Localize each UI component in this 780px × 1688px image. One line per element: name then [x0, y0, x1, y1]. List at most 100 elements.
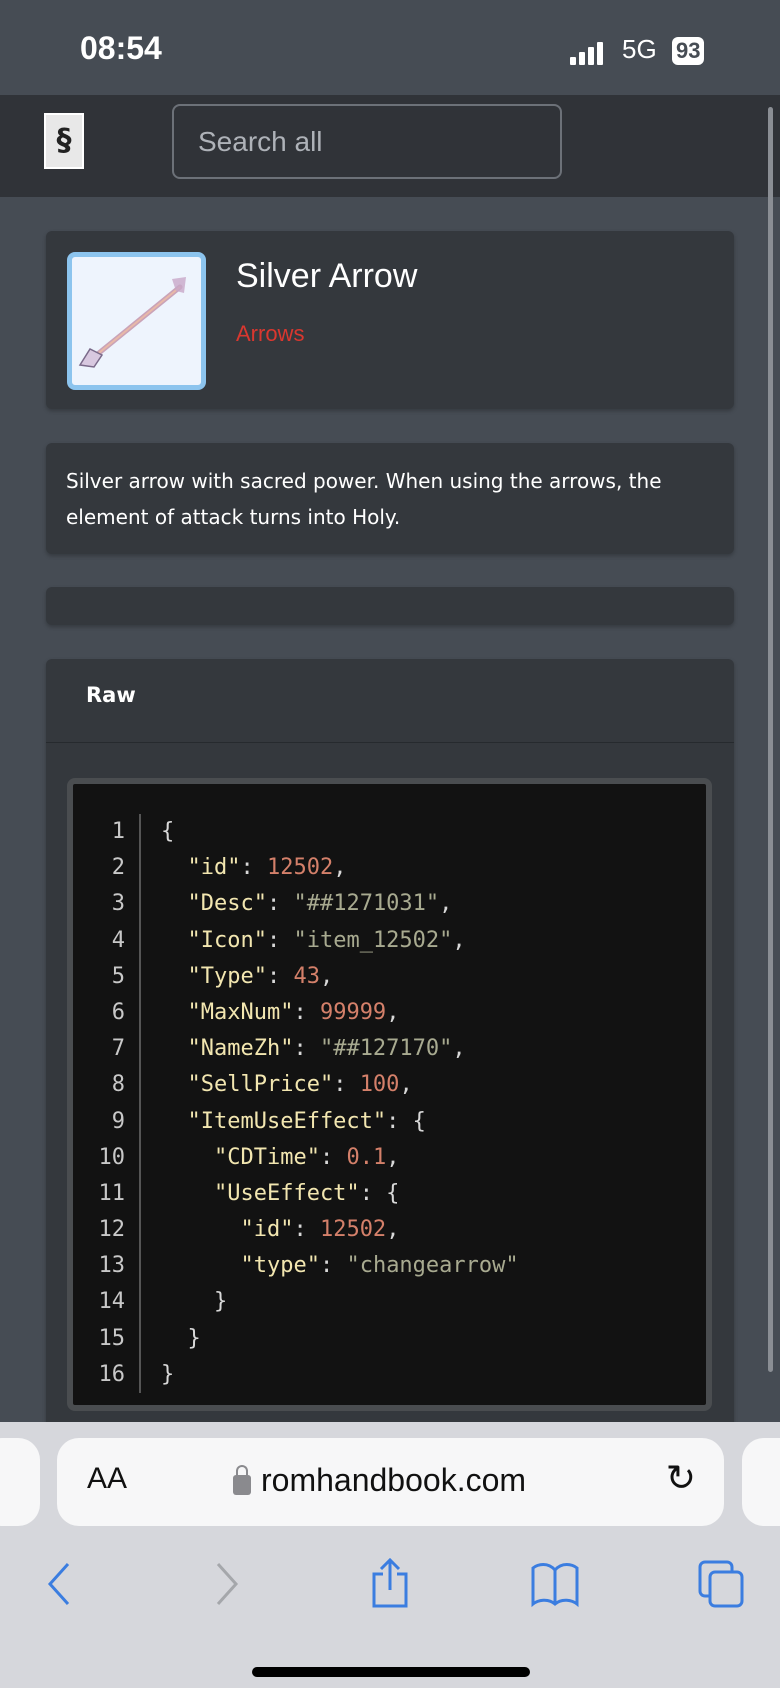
rom-logo-icon[interactable]: §	[44, 113, 84, 169]
code-token: ,	[386, 999, 400, 1025]
code-line: 4 "Icon": "item_12502",	[73, 922, 706, 959]
code-token: :	[266, 963, 294, 989]
share-icon[interactable]	[370, 1557, 410, 1619]
address-bar[interactable]: AA romhandbook.com ↻	[57, 1438, 724, 1526]
code-token: "Desc"	[161, 891, 267, 917]
silver-arrow-icon	[67, 252, 206, 390]
code-token: :	[319, 1253, 347, 1279]
code-token: {	[161, 819, 175, 844]
line-number: 13	[73, 1248, 141, 1285]
code-token: "id"	[161, 855, 241, 881]
code-token: 99999	[319, 999, 387, 1025]
code-line: 11 "UseEffect": {	[73, 1175, 706, 1213]
line-number: 7	[73, 1031, 141, 1068]
code-line: 16}	[73, 1356, 706, 1393]
search-input[interactable]: Search all	[172, 104, 562, 179]
code-token: 0.1	[346, 1144, 387, 1170]
code-token: ,	[399, 1072, 413, 1098]
line-number: 15	[73, 1320, 141, 1357]
code-token: "##1271031"	[293, 891, 440, 917]
code-token: :	[293, 1217, 320, 1243]
raw-title: Raw	[46, 659, 734, 743]
clock: 08:54	[80, 30, 162, 66]
code-line: 7 "NameZh": "##127170",	[73, 1031, 706, 1068]
code-token: ,	[386, 1217, 400, 1243]
code-token: 12502	[266, 855, 334, 881]
code-line: 8 "SellPrice": 100,	[73, 1067, 706, 1104]
line-number: 4	[73, 922, 141, 959]
network-type: 5G	[622, 34, 657, 64]
next-tab-pill[interactable]	[742, 1438, 780, 1526]
code-token: "item_12502"	[293, 927, 453, 953]
forward-icon[interactable]	[212, 1558, 242, 1619]
site-header: § Search all	[0, 95, 780, 197]
lock-icon	[233, 1464, 251, 1495]
text-size-button[interactable]: AA	[87, 1462, 127, 1496]
code-line: 3 "Desc": "##1271031",	[73, 886, 706, 923]
line-number: 12	[73, 1212, 141, 1249]
item-name: Silver Arrow	[236, 257, 418, 295]
code-line: 14 }	[73, 1284, 706, 1321]
code-token: "ItemUseEffect"	[161, 1108, 387, 1134]
code-token: :	[293, 1036, 320, 1062]
code-token: 100	[359, 1072, 400, 1098]
description-card: Silver arrow with sacred power. When usi…	[46, 443, 734, 554]
code-token: "UseEffect"	[161, 1180, 360, 1206]
code-line: 13 "type": "changearrow"	[73, 1248, 706, 1285]
tabs-icon[interactable]	[698, 1558, 746, 1619]
code-token: "SellPrice"	[161, 1072, 334, 1098]
battery-icon: 93	[672, 37, 705, 65]
code-token: }	[161, 1361, 175, 1387]
code-token: "Icon"	[161, 927, 267, 953]
empty-card	[46, 587, 734, 625]
code-token: : {	[359, 1180, 400, 1206]
code-line: 9 "ItemUseEffect": {	[73, 1103, 706, 1140]
line-number: 11	[73, 1175, 141, 1213]
code-token: ,	[386, 1144, 400, 1170]
safari-toolbar: AA romhandbook.com ↻	[0, 1422, 780, 1688]
line-number: 2	[73, 850, 141, 887]
item-description: Silver arrow with sacred power. When usi…	[66, 469, 662, 529]
code-line: 6 "MaxNum": 99999,	[73, 994, 706, 1032]
code-token: :	[266, 927, 294, 953]
code-token: :	[333, 1072, 360, 1098]
code-line: 5 "Type": 43,	[73, 958, 706, 995]
code-token: "CDTime"	[161, 1144, 320, 1170]
code-token: 43	[293, 963, 320, 989]
previous-tab-pill[interactable]	[0, 1438, 40, 1526]
code-token: ,	[439, 891, 453, 917]
code-token: "changearrow"	[346, 1253, 519, 1279]
back-icon[interactable]	[44, 1558, 74, 1619]
item-header-card: Silver Arrow Arrows	[46, 231, 734, 409]
line-number: 3	[73, 886, 141, 923]
code-token: "MaxNum"	[161, 999, 294, 1025]
code-token: ,	[333, 855, 347, 881]
code-token: ,	[452, 927, 466, 953]
code-token: ,	[452, 1036, 466, 1062]
code-token: ,	[319, 963, 334, 989]
scrollbar[interactable]	[768, 107, 773, 1372]
code-line: 10 "CDTime": 0.1,	[73, 1139, 706, 1176]
line-number: 1	[73, 814, 141, 851]
item-category-link[interactable]: Arrows	[236, 321, 304, 347]
bookmarks-icon[interactable]	[530, 1558, 580, 1619]
line-number: 14	[73, 1284, 141, 1321]
reload-icon[interactable]: ↻	[666, 1458, 696, 1499]
code-token: : {	[386, 1108, 426, 1134]
line-number: 8	[73, 1067, 141, 1104]
code-token: :	[319, 1144, 347, 1170]
code-token: "NameZh"	[161, 1036, 294, 1062]
line-number: 5	[73, 958, 141, 995]
url-text[interactable]: romhandbook.com	[261, 1462, 526, 1499]
line-number: 10	[73, 1139, 141, 1176]
code-token: }	[161, 1325, 201, 1351]
line-number: 16	[73, 1356, 141, 1393]
code-token: "Type"	[161, 963, 267, 989]
code-line: 2 "id": 12502,	[73, 850, 706, 887]
code-token: "id"	[161, 1217, 294, 1243]
code-token: :	[293, 999, 320, 1025]
status-bar: 08:54 5G 93	[0, 0, 780, 95]
code-line: 1{	[73, 814, 706, 851]
code-line: 15 }	[73, 1320, 706, 1357]
home-indicator	[252, 1667, 530, 1677]
